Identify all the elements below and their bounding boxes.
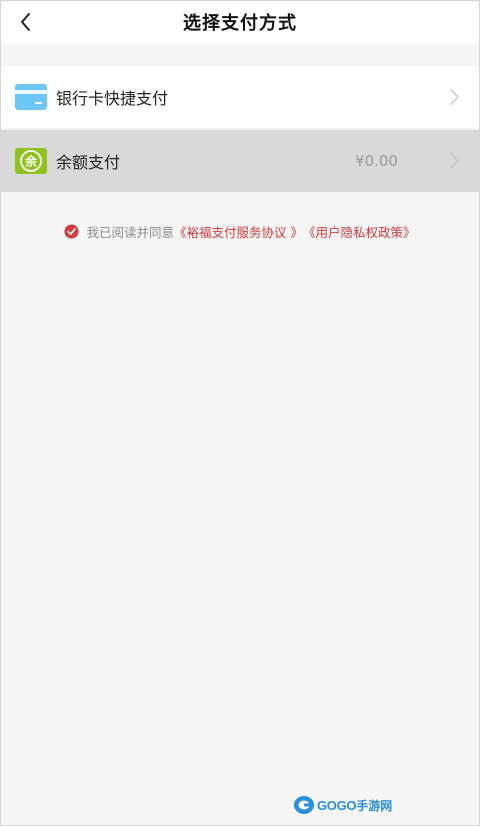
header-bar: 选择支付方式 <box>0 0 480 44</box>
page-title: 选择支付方式 <box>183 13 297 34</box>
watermark-suffix: 手游网 <box>356 798 393 813</box>
watermark-logo: GOGO 手游网 <box>293 794 392 816</box>
agreement-text: 我已阅读并同意 <box>86 224 174 240</box>
back-button[interactable] <box>12 8 40 36</box>
chevron-right-icon <box>450 153 459 169</box>
bank-card-icon <box>15 84 47 110</box>
watermark-brand: GOGO <box>317 797 357 813</box>
payment-option-label: 银行卡快捷支付 <box>56 89 169 108</box>
chevron-left-icon <box>21 13 30 31</box>
payment-option-bank-card[interactable]: 银行卡快捷支付 <box>0 66 480 128</box>
payment-option-label: 余额支付 <box>56 153 121 172</box>
service-agreement-link[interactable]: 《裕福支付服务协议 》 <box>174 222 303 241</box>
chevron-right-icon <box>450 89 459 105</box>
checkbox-checked-icon[interactable] <box>64 223 80 239</box>
balance-icon: 余 <box>15 148 47 174</box>
gogo-logo-icon <box>294 796 314 814</box>
privacy-policy-link[interactable]: 《用户隐私权政策》 <box>303 222 416 241</box>
balance-amount: ¥0.00 <box>355 152 398 170</box>
payment-option-balance[interactable]: 余 余额支付 ¥0.00 <box>0 130 480 192</box>
balance-icon-glyph: 余 <box>24 154 38 169</box>
agreement-line: 我已阅读并同意 《裕福支付服务协议 》 《用户隐私权政策》 <box>0 221 480 241</box>
